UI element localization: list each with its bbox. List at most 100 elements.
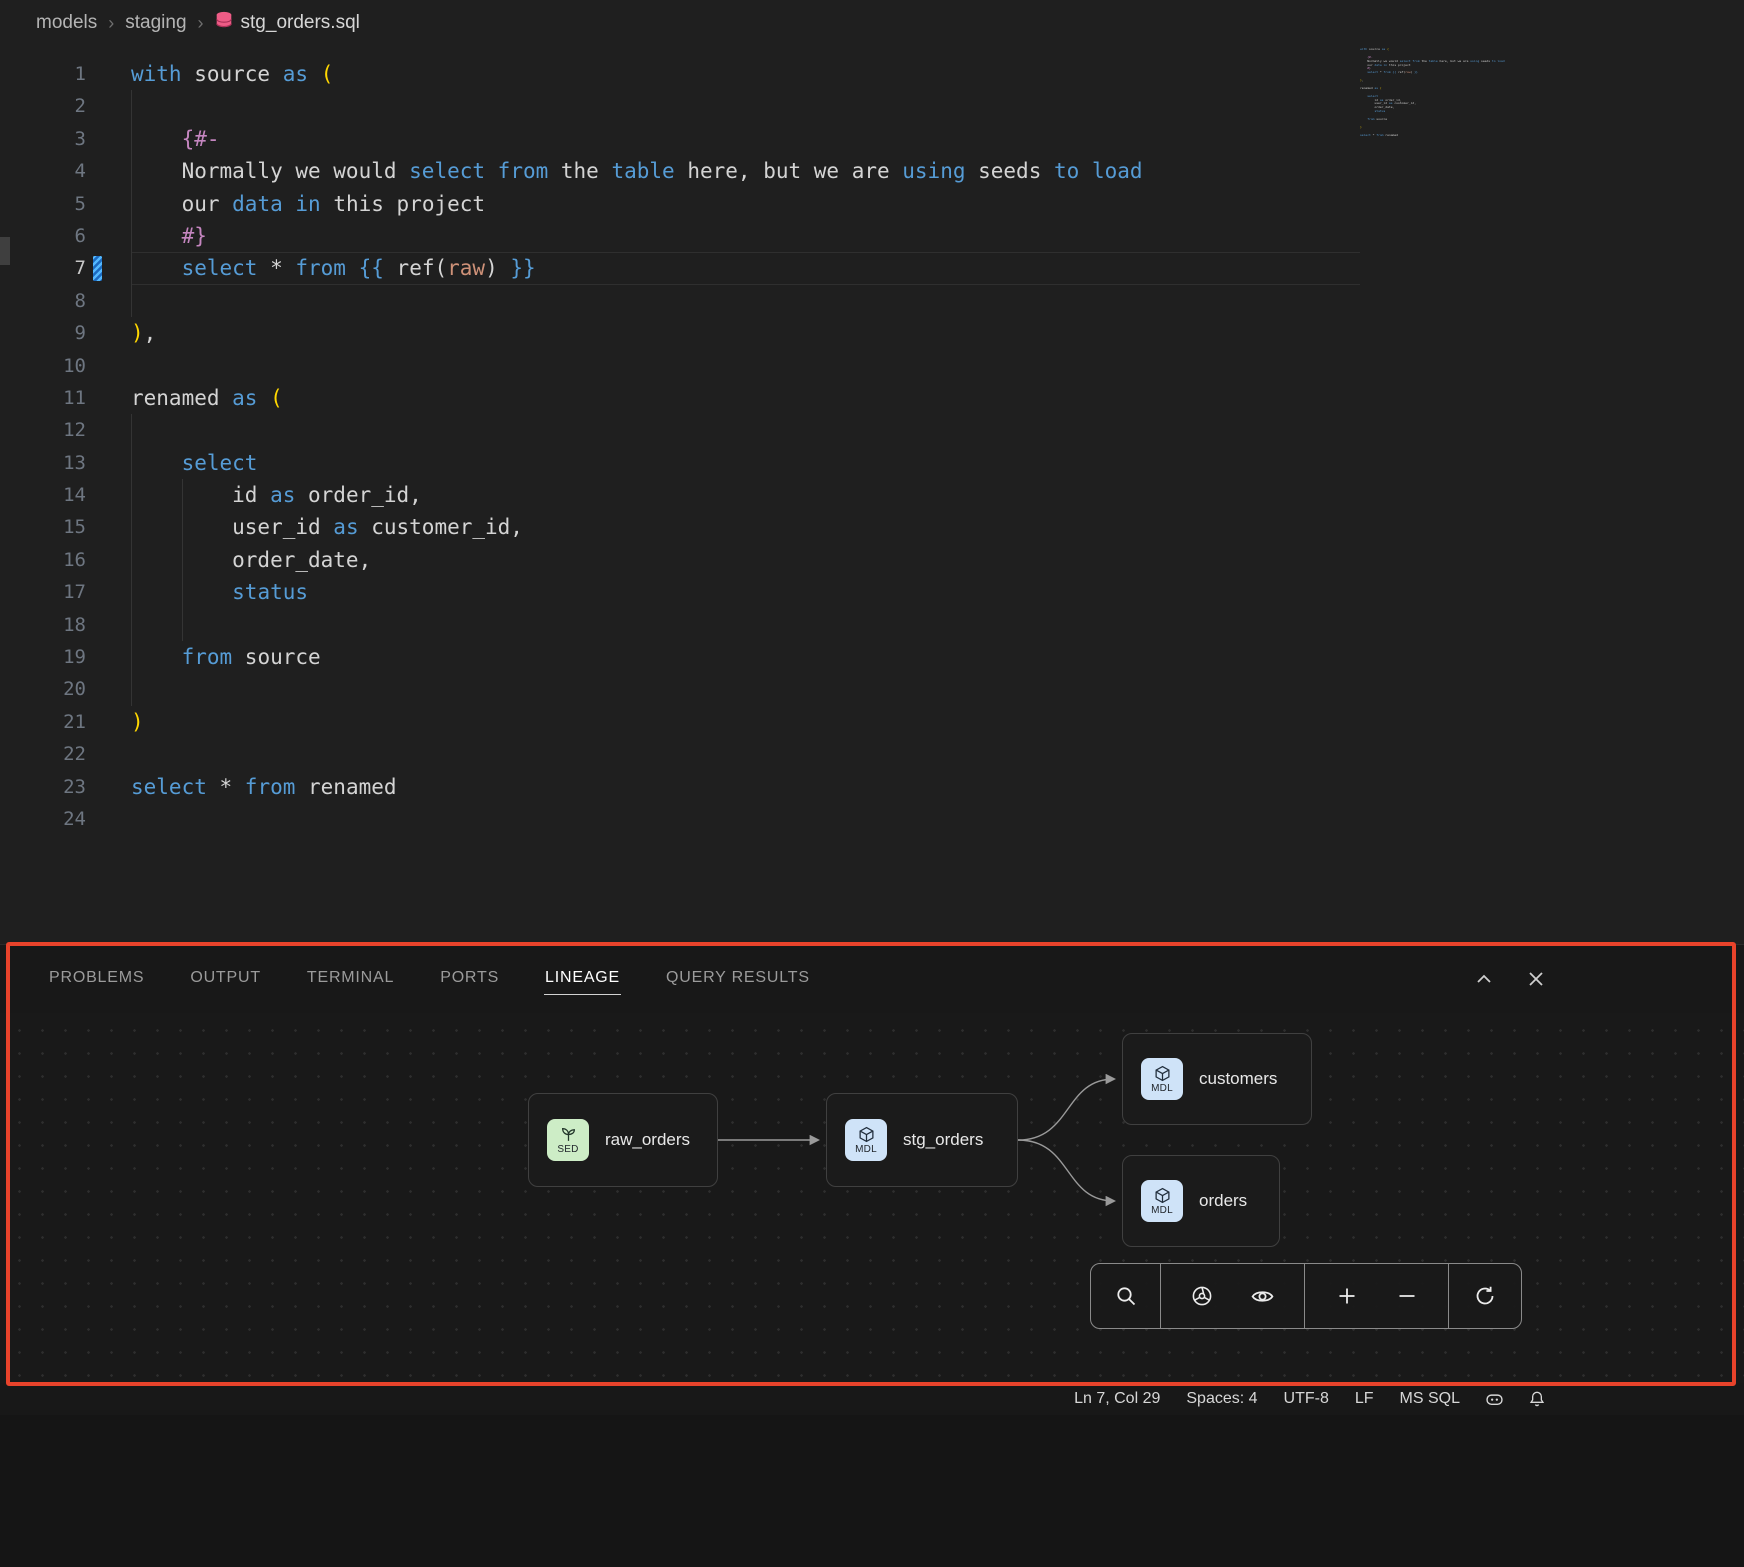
- code-text: Normally we would select from the table …: [131, 155, 1744, 187]
- code-line-6[interactable]: 6 #}: [0, 220, 1744, 252]
- code-line-9[interactable]: 9),: [0, 317, 1744, 349]
- code-text: [131, 803, 1744, 835]
- panel-tab-problems[interactable]: PROBLEMS: [48, 963, 145, 995]
- code-text: [131, 738, 1744, 770]
- panel-tab-output[interactable]: OUTPUT: [189, 963, 262, 995]
- indent-guide: [131, 447, 132, 479]
- code-line-12[interactable]: 12: [0, 414, 1744, 446]
- indent-guide: [131, 609, 132, 641]
- model-icon: MDL: [1141, 1180, 1183, 1222]
- eol-setting[interactable]: LF: [1342, 1390, 1387, 1408]
- line-number: 7: [0, 252, 86, 284]
- panel-tab-lineage[interactable]: LINEAGE: [544, 963, 621, 995]
- chevron-up-icon[interactable]: [1474, 969, 1494, 989]
- code-line-10[interactable]: 10: [0, 350, 1744, 382]
- model-icon: MDL: [845, 1119, 887, 1161]
- bell-icon[interactable]: [1516, 1389, 1558, 1409]
- code-text: [131, 414, 1744, 446]
- indent-guide: [131, 544, 132, 576]
- code-line-23[interactable]: 23select * from renamed: [0, 771, 1744, 803]
- code-text: select: [131, 447, 1744, 479]
- panel-tab-ports[interactable]: PORTS: [439, 963, 500, 995]
- code-line-8[interactable]: 8: [0, 285, 1744, 317]
- line-number: 9: [0, 317, 86, 349]
- search-icon[interactable]: [1114, 1284, 1138, 1308]
- code-text: [131, 673, 1744, 705]
- editor-lines: 1with source as (23 {#-4 Normally we wou…: [0, 46, 1744, 835]
- lineage-canvas[interactable]: SEDraw_ordersMDLstg_ordersMDLcustomersMD…: [0, 1013, 1744, 1383]
- code-text: status: [131, 576, 1744, 608]
- code-line-24[interactable]: 24: [0, 803, 1744, 835]
- status-bar: Ln 7, Col 29 Spaces: 4 UTF-8 LF MS SQL: [0, 1383, 1744, 1415]
- lineage-node-raw_orders[interactable]: SEDraw_orders: [528, 1093, 718, 1187]
- indentation-setting[interactable]: Spaces: 4: [1173, 1390, 1270, 1408]
- line-number: 16: [0, 544, 86, 576]
- refresh-icon[interactable]: [1473, 1284, 1497, 1308]
- code-line-11[interactable]: 11renamed as (: [0, 382, 1744, 414]
- line-number: 12: [0, 414, 86, 446]
- code-text: [131, 350, 1744, 382]
- breadcrumb-file[interactable]: stg_orders.sql: [215, 11, 360, 35]
- code-line-21[interactable]: 21): [0, 706, 1744, 738]
- code-text: ),: [131, 317, 1744, 349]
- indent-guide: [131, 673, 132, 705]
- lineage-node-orders[interactable]: MDLorders: [1122, 1155, 1280, 1247]
- lineage-toolbar: [1090, 1263, 1522, 1329]
- code-text: order_date,: [131, 544, 1744, 576]
- indent-guide: [182, 511, 183, 543]
- zoom-in-icon[interactable]: [1335, 1284, 1359, 1308]
- indent-guide: [182, 544, 183, 576]
- breadcrumb-item-staging[interactable]: staging: [125, 12, 186, 34]
- line-number: 18: [0, 609, 86, 641]
- panel-header: PROBLEMS OUTPUT TERMINAL PORTS LINEAGE QUERY …: [0, 945, 1744, 1013]
- seed-icon: SED: [547, 1119, 589, 1161]
- zoom-out-icon[interactable]: [1395, 1284, 1419, 1308]
- eye-icon[interactable]: [1250, 1284, 1275, 1309]
- model-icon: MDL: [1141, 1058, 1183, 1100]
- code-line-15[interactable]: 15 user_id as customer_id,: [0, 511, 1744, 543]
- encoding-setting[interactable]: UTF-8: [1271, 1390, 1342, 1408]
- background-fill: [0, 1415, 1744, 1567]
- language-mode[interactable]: MS SQL: [1387, 1390, 1473, 1408]
- line-number: 8: [0, 285, 86, 317]
- code-line-14[interactable]: 14 id as order_id,: [0, 479, 1744, 511]
- panel-tab-terminal[interactable]: TERMINAL: [306, 963, 395, 995]
- code-line-18[interactable]: 18: [0, 609, 1744, 641]
- indent-guide: [182, 576, 183, 608]
- line-number: 3: [0, 123, 86, 155]
- code-line-5[interactable]: 5 our data in this project: [0, 188, 1744, 220]
- line-number: 23: [0, 771, 86, 803]
- code-line-19[interactable]: 19 from source: [0, 641, 1744, 673]
- copilot-icon[interactable]: [1473, 1389, 1516, 1410]
- left-rail-notch: [0, 237, 10, 265]
- lineage-node-customers[interactable]: MDLcustomers: [1122, 1033, 1312, 1125]
- indent-guide: [131, 479, 132, 511]
- aperture-icon[interactable]: [1190, 1284, 1214, 1308]
- breadcrumb-item-models[interactable]: models: [36, 12, 97, 34]
- line-number: 20: [0, 673, 86, 705]
- code-line-22[interactable]: 22: [0, 738, 1744, 770]
- code-text: #}: [131, 220, 1744, 252]
- line-number: 1: [0, 58, 86, 90]
- node-type-badge: MDL: [1151, 1083, 1173, 1094]
- indent-guide: [131, 414, 132, 446]
- line-number: 19: [0, 641, 86, 673]
- code-line-20[interactable]: 20: [0, 673, 1744, 705]
- minimap[interactable]: with source as ( {#- Normally we would s…: [1360, 48, 1520, 141]
- code-line-16[interactable]: 16 order_date,: [0, 544, 1744, 576]
- cursor-position[interactable]: Ln 7, Col 29: [1061, 1390, 1173, 1408]
- code-line-7[interactable]: 7 select * from {{ ref(raw) }}: [0, 252, 1744, 284]
- code-editor[interactable]: 1with source as (23 {#-4 Normally we wou…: [0, 46, 1744, 944]
- code-text: id as order_id,: [131, 479, 1744, 511]
- code-line-4[interactable]: 4 Normally we would select from the tabl…: [0, 155, 1744, 187]
- lineage-node-stg_orders[interactable]: MDLstg_orders: [826, 1093, 1018, 1187]
- code-line-17[interactable]: 17 status: [0, 576, 1744, 608]
- code-text: from source: [131, 641, 1744, 673]
- panel-tabs: PROBLEMS OUTPUT TERMINAL PORTS LINEAGE QUERY …: [48, 963, 811, 995]
- line-number: 10: [0, 350, 86, 382]
- panel-tab-query-results[interactable]: QUERY RESULTS: [665, 963, 811, 995]
- close-icon[interactable]: [1526, 969, 1546, 989]
- line-number: 11: [0, 382, 86, 414]
- indent-guide: [131, 123, 132, 155]
- code-line-13[interactable]: 13 select: [0, 447, 1744, 479]
